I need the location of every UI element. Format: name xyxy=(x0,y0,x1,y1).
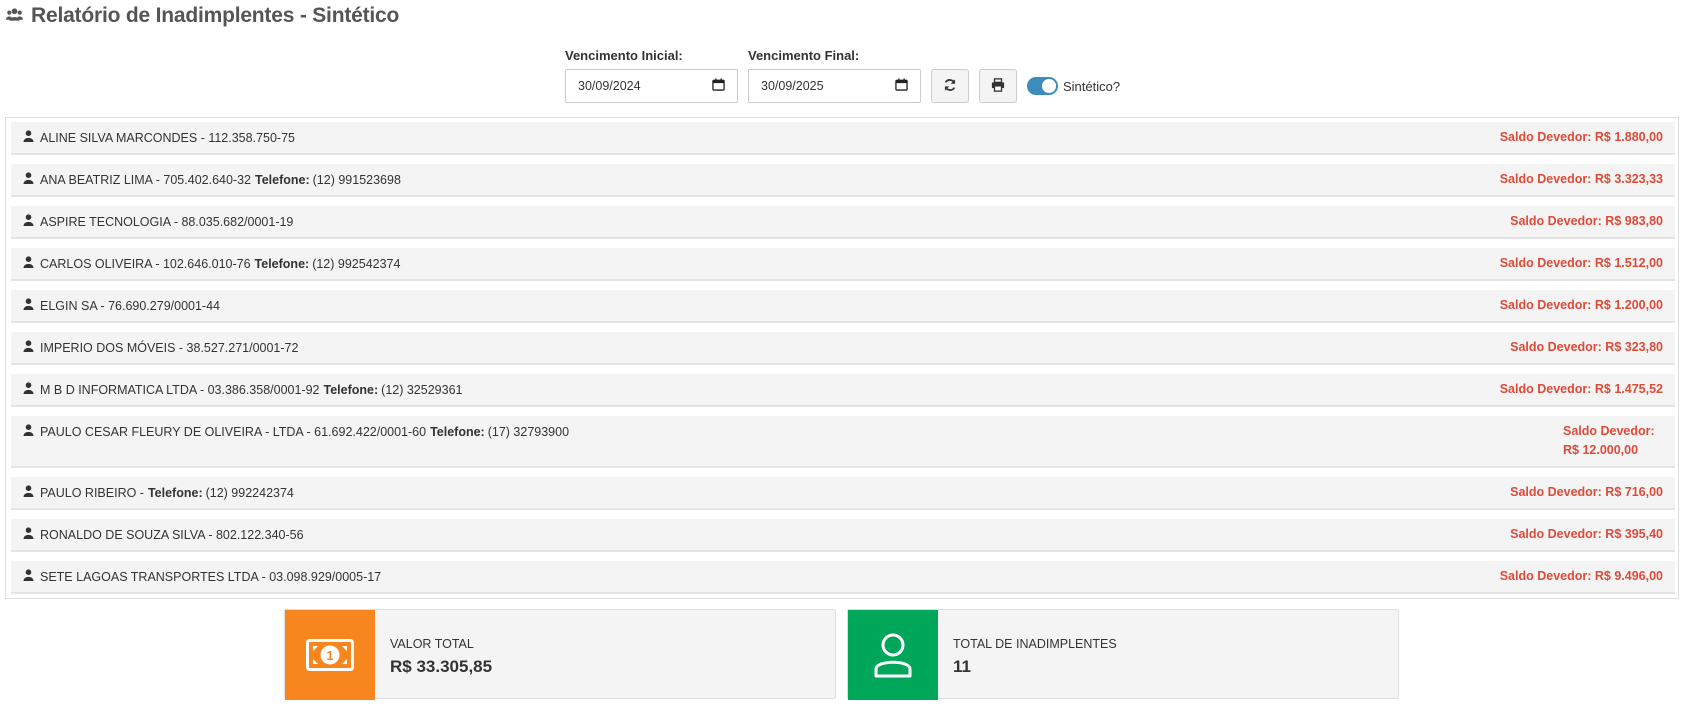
user-icon xyxy=(23,382,40,397)
total-value-label: VALOR TOTAL xyxy=(390,637,474,651)
debtor-name: IMPERIO DOS MÓVEIS - 38.527.271/0001-72 xyxy=(40,340,299,355)
user-icon xyxy=(23,569,40,584)
debtor-name: ELGIN SA - 76.690.279/0001-44 xyxy=(40,298,220,313)
filter-bar: Vencimento Inicial: 30/09/2024 Venciment… xyxy=(565,48,1120,103)
debtor-info: CARLOS OLIVEIRA - 102.646.010-76 Telefon… xyxy=(23,256,400,271)
user-icon xyxy=(23,172,40,187)
phone-label: Telefone: xyxy=(430,424,485,439)
print-button[interactable] xyxy=(979,69,1017,103)
debtor-phone: (12) 991523698 xyxy=(312,172,401,187)
debtor-name: ANA BEATRIZ LIMA - 705.402.640-32 xyxy=(40,172,251,187)
user-icon xyxy=(23,340,40,355)
user-icon xyxy=(23,485,40,500)
debtor-name: ALINE SILVA MARCONDES - 112.358.750-75 xyxy=(40,130,295,145)
debtor-info: IMPERIO DOS MÓVEIS - 38.527.271/0001-72 xyxy=(23,340,298,355)
debtor-info: ELGIN SA - 76.690.279/0001-44 xyxy=(23,298,220,313)
total-debtors-value: 11 xyxy=(953,657,971,676)
debtor-name: CARLOS OLIVEIRA - 102.646.010-76 xyxy=(40,256,251,271)
list-item: SETE LAGOAS TRANSPORTES LTDA - 03.098.92… xyxy=(11,561,1675,594)
start-date-label: Vencimento Inicial: xyxy=(565,48,683,63)
refresh-button[interactable] xyxy=(931,69,969,103)
debtor-name: PAULO CESAR FLEURY DE OLIVEIRA - LTDA - … xyxy=(40,424,427,439)
total-debtors-label: TOTAL DE INADIMPLENTES xyxy=(953,637,1117,651)
debtor-balance: Saldo Devedor: R$ 9.496,00 xyxy=(1499,569,1663,583)
debtor-name: RONALDO DE SOUZA SILVA - 802.122.340-56 xyxy=(40,527,304,542)
debtor-balance: Saldo Devedor: R$ 1.512,00 xyxy=(1499,256,1663,270)
debtor-phone: (12) 32529361 xyxy=(381,382,463,397)
phone-label: Telefone: xyxy=(323,382,379,397)
refresh-icon xyxy=(943,78,957,95)
debtor-info: PAULO RIBEIRO - Telefone: (12) 992242374 xyxy=(23,485,294,500)
list-item: ASPIRE TECNOLOGIA - 88.035.682/0001-19 S… xyxy=(11,206,1675,239)
list-item: RONALDO DE SOUZA SILVA - 802.122.340-56 … xyxy=(11,519,1675,552)
list-item: ALINE SILVA MARCONDES - 112.358.750-75 S… xyxy=(11,122,1675,155)
synthetic-toggle[interactable] xyxy=(1027,77,1058,95)
debtor-name: ASPIRE TECNOLOGIA - 88.035.682/0001-19 xyxy=(40,214,294,229)
debtor-phone: (12) 992242374 xyxy=(205,485,294,500)
svg-text:1: 1 xyxy=(326,648,333,663)
phone-label: Telefone: xyxy=(255,172,310,187)
calendar-icon[interactable] xyxy=(712,78,725,94)
calendar-icon[interactable] xyxy=(895,78,908,94)
end-date-label: Vencimento Final: xyxy=(748,48,860,63)
user-icon xyxy=(23,130,40,145)
start-date-group: Vencimento Inicial: 30/09/2024 xyxy=(565,48,738,103)
debtor-balance: Saldo Devedor: R$ 3.323,33 xyxy=(1499,172,1663,186)
total-value-card: 1 VALOR TOTAL R$ 33.305,85 xyxy=(284,609,836,700)
list-item: ANA BEATRIZ LIMA - 705.402.640-32 Telefo… xyxy=(11,164,1675,197)
end-date-group: Vencimento Final: 30/09/2025 xyxy=(748,48,921,103)
page-title: Relatório de Inadimplentes - Sintético xyxy=(31,4,400,27)
debtor-info: SETE LAGOAS TRANSPORTES LTDA - 03.098.92… xyxy=(23,569,381,584)
debtor-info: RONALDO DE SOUZA SILVA - 802.122.340-56 xyxy=(23,527,304,542)
list-item: PAULO CESAR FLEURY DE OLIVEIRA - LTDA - … xyxy=(11,416,1675,468)
debtor-phone: (12) 992542374 xyxy=(312,256,401,271)
list-item: CARLOS OLIVEIRA - 102.646.010-76 Telefon… xyxy=(11,248,1675,281)
debtor-name: SETE LAGOAS TRANSPORTES LTDA - 03.098.92… xyxy=(40,569,382,584)
debtor-balance: Saldo Devedor: R$ 12.000,00 xyxy=(1563,424,1655,457)
user-icon xyxy=(23,527,40,542)
phone-label: Telefone: xyxy=(254,256,310,271)
synthetic-toggle-label: Sintético? xyxy=(1063,78,1121,94)
end-date-value: 30/09/2025 xyxy=(761,79,824,93)
list-item: ELGIN SA - 76.690.279/0001-44 Saldo Deve… xyxy=(11,290,1675,323)
debtor-balance: Saldo Devedor: R$ 323,80 xyxy=(1510,340,1663,354)
debtor-name: M B D INFORMATICA LTDA - 03.386.358/0001… xyxy=(40,382,320,397)
start-date-value: 30/09/2024 xyxy=(578,79,641,93)
debtor-balance: Saldo Devedor: R$ 395,40 xyxy=(1510,527,1663,541)
debtor-balance: Saldo Devedor: R$ 1.200,00 xyxy=(1499,298,1663,312)
debtor-info: ALINE SILVA MARCONDES - 112.358.750-75 xyxy=(23,130,295,145)
debtor-balance: Saldo Devedor: R$ 1.880,00 xyxy=(1499,130,1663,144)
debtor-info: ANA BEATRIZ LIMA - 705.402.640-32 Telefo… xyxy=(23,172,401,187)
user-icon xyxy=(23,298,40,313)
user-outline-icon xyxy=(848,610,938,700)
print-icon xyxy=(991,77,1005,95)
start-date-input[interactable]: 30/09/2024 xyxy=(565,69,738,103)
total-value: R$ 33.305,85 xyxy=(390,657,493,676)
debtor-name: PAULO RIBEIRO - xyxy=(40,485,144,500)
debtor-list: ALINE SILVA MARCONDES - 112.358.750-75 S… xyxy=(5,117,1679,599)
money-icon: 1 xyxy=(285,610,375,700)
page-header: Relatório de Inadimplentes - Sintético xyxy=(6,4,399,28)
synthetic-toggle-group: Sintético? xyxy=(1027,69,1120,103)
users-icon xyxy=(6,7,23,25)
user-icon xyxy=(23,256,40,271)
debtor-balance: Saldo Devedor: R$ 1.475,52 xyxy=(1499,382,1663,396)
phone-label: Telefone: xyxy=(147,485,203,500)
debtor-balance: Saldo Devedor: R$ 716,00 xyxy=(1510,485,1663,499)
debtor-balance: Saldo Devedor: R$ 983,80 xyxy=(1510,214,1663,228)
user-icon xyxy=(23,214,40,229)
debtor-info: PAULO CESAR FLEURY DE OLIVEIRA - LTDA - … xyxy=(23,424,569,439)
list-item: PAULO RIBEIRO - Telefone: (12) 992242374… xyxy=(11,477,1675,510)
list-item: M B D INFORMATICA LTDA - 03.386.358/0001… xyxy=(11,374,1675,407)
total-debtors-card: TOTAL DE INADIMPLENTES 11 xyxy=(847,609,1399,700)
debtor-phone: (17) 32793900 xyxy=(487,424,570,439)
user-icon xyxy=(23,424,40,439)
debtor-info: M B D INFORMATICA LTDA - 03.386.358/0001… xyxy=(23,382,462,397)
end-date-input[interactable]: 30/09/2025 xyxy=(748,69,921,103)
debtor-info: ASPIRE TECNOLOGIA - 88.035.682/0001-19 xyxy=(23,214,293,229)
list-item: IMPERIO DOS MÓVEIS - 38.527.271/0001-72 … xyxy=(11,332,1675,365)
